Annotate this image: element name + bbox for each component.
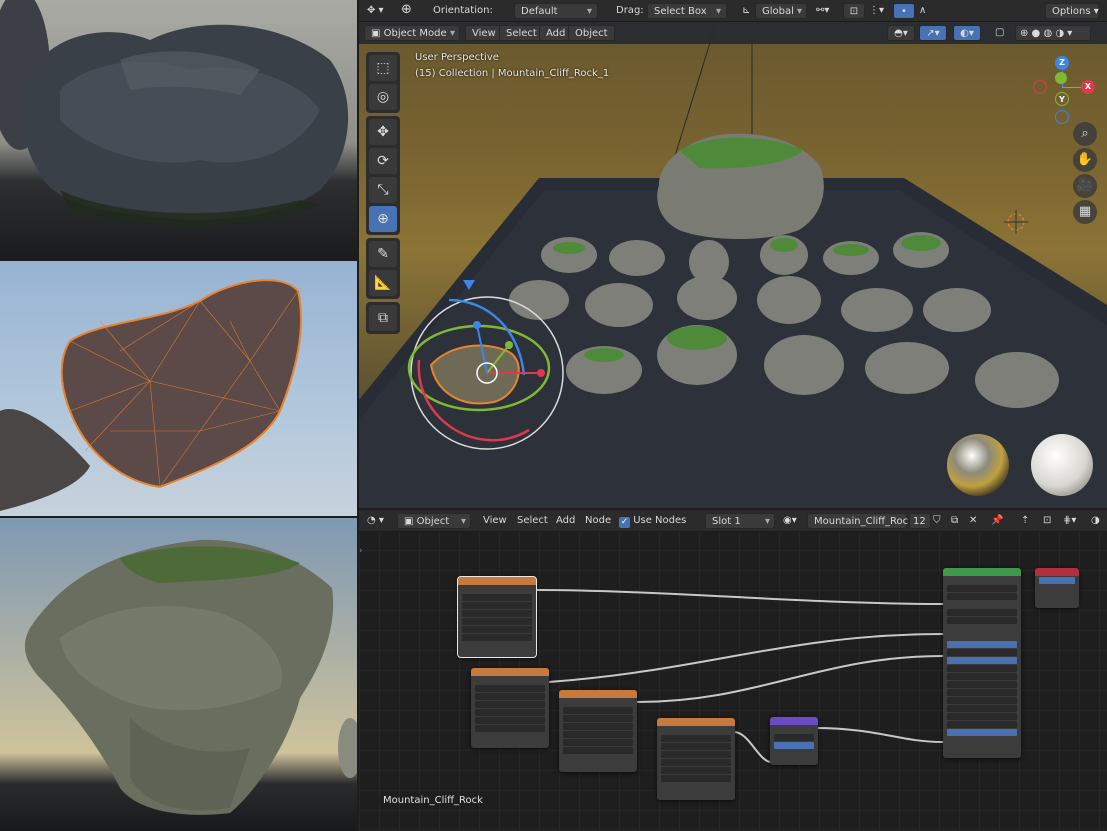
viewport-header: ▣ Object Mode ▾ View Select Add Object ◓▾… xyxy=(359,22,1107,44)
gizmo-y-axis-top[interactable] xyxy=(1055,72,1067,84)
reference-wireframe-rock xyxy=(0,261,357,516)
image-texture-node-2[interactable] xyxy=(471,668,549,748)
image-texture-node-4[interactable] xyxy=(657,718,735,800)
active-object-label: (15) Collection | Mountain_Cliff_Rock_1 xyxy=(415,68,610,79)
snap-icon[interactable]: ⊡ xyxy=(843,3,865,19)
options-dropdown[interactable]: Options ▾ xyxy=(1045,3,1099,19)
scale-tool-icon[interactable]: ⤡ xyxy=(369,177,397,203)
gizmo-y-axis[interactable]: Y xyxy=(1055,92,1069,106)
drag-label: Drag: xyxy=(616,5,644,16)
transform-tool-icon[interactable]: ⊕ xyxy=(369,206,397,232)
toolbar-annotate-group: ✎ 📐 xyxy=(366,238,400,299)
grid-icon[interactable]: ▦ xyxy=(1073,200,1097,224)
menu-select[interactable]: Select xyxy=(499,25,544,41)
snap-settings-icon[interactable]: ⋮▾ xyxy=(869,3,884,19)
select-tool-icon[interactable]: ⬚ xyxy=(369,55,397,81)
wireframe-illustration xyxy=(0,279,302,511)
material-name-overlay: Mountain_Cliff_Rock xyxy=(383,795,483,806)
menu-view[interactable]: View xyxy=(465,25,503,41)
rock-render-illustration xyxy=(0,0,349,226)
transform-space-dropdown[interactable]: Global ▾ xyxy=(755,3,807,19)
toolbar-select-group: ⬚ ◎ xyxy=(366,52,400,113)
viewport-tool-header: ✥ ▾ ⊕ Orientation: Default ▾ Drag: Select… xyxy=(359,0,1107,22)
3d-viewport[interactable]: ✥ ▾ ⊕ Orientation: Default ▾ Drag: Select… xyxy=(359,0,1107,508)
mode-dropdown[interactable]: ▣ Object Mode ▾ xyxy=(364,25,460,41)
transform-orientation-icon[interactable]: ⊕ xyxy=(401,2,412,18)
proportional-icon[interactable]: • xyxy=(893,3,915,19)
orientation-dropdown[interactable]: Default ▾ xyxy=(514,3,598,19)
navigation-gizmo[interactable]: Z X Y xyxy=(1027,54,1099,126)
zoom-icon[interactable]: ⌕ xyxy=(1073,122,1097,146)
principled-bsdf-node[interactable] xyxy=(943,568,1021,758)
shading-mode-icons[interactable]: ⊕ ● ◍ ◑ ▾ xyxy=(1015,25,1091,41)
rock-render-illustration-2 xyxy=(24,539,357,815)
gizmo-z-axis[interactable]: Z xyxy=(1055,56,1069,70)
link-icon[interactable]: ⚯▾ xyxy=(816,3,829,19)
hdri-preview-diffuse-sphere xyxy=(1031,434,1093,496)
gizmo-neg-x-axis[interactable] xyxy=(1033,80,1047,94)
material-output-node[interactable] xyxy=(1035,568,1079,608)
gizmo-neg-z-axis[interactable] xyxy=(1055,110,1069,124)
transform-pivot-icon[interactable]: ✥ ▾ xyxy=(367,3,384,19)
view-perspective-label: User Perspective xyxy=(415,52,499,63)
normal-map-node[interactable] xyxy=(770,717,818,765)
camera-icon[interactable]: 🎥 xyxy=(1073,174,1097,198)
visibility-icon[interactable]: ◓▾ xyxy=(887,25,915,41)
reference-render-rock-2 xyxy=(0,518,357,831)
hdri-preview-chrome-sphere xyxy=(947,434,1009,496)
rotate-tool-icon[interactable]: ⟳ xyxy=(369,148,397,174)
cursor-tool-icon[interactable]: ◎ xyxy=(369,84,397,110)
orientation-label: Orientation: xyxy=(433,5,493,16)
toolbar-add-group: ⧉ xyxy=(366,302,400,334)
move-tool-icon[interactable]: ✥ xyxy=(369,119,397,145)
falloff-icon[interactable]: ∧ xyxy=(919,3,926,19)
gizmo-toggle-icon[interactable]: ↗▾ xyxy=(919,25,947,41)
reference-render-rock-1 xyxy=(0,0,357,259)
shader-node-editor[interactable]: ◔ ▾ ▣ Object ▾ View Select Add Node ✓ Use… xyxy=(359,510,1107,831)
image-texture-node-3[interactable] xyxy=(559,690,637,772)
image-texture-node-1[interactable] xyxy=(457,576,537,658)
gizmo-x-axis[interactable]: X xyxy=(1081,80,1095,94)
menu-object[interactable]: Object xyxy=(568,25,615,41)
add-cube-tool-icon[interactable]: ⧉ xyxy=(369,305,397,331)
global-axes-icon: ⊾ xyxy=(742,5,751,16)
measure-tool-icon[interactable]: 📐 xyxy=(369,270,397,296)
annotate-tool-icon[interactable]: ✎ xyxy=(369,241,397,267)
toolbar-transform-group: ✥ ⟳ ⤡ ⊕ xyxy=(366,116,400,235)
xray-icon[interactable]: ▢ xyxy=(995,25,1004,41)
pan-hand-icon[interactable]: ✋ xyxy=(1073,148,1097,172)
drag-dropdown[interactable]: Select Box ▾ xyxy=(647,3,727,19)
overlays-icon[interactable]: ◐▾ xyxy=(953,25,981,41)
